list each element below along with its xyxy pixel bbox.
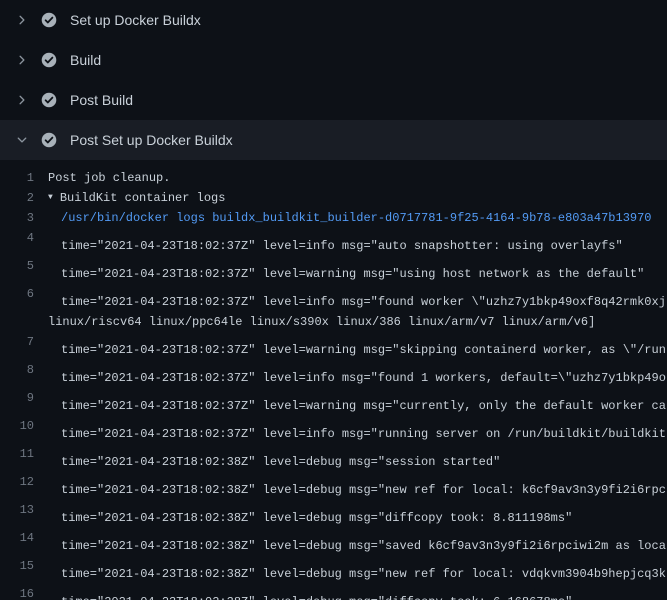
line-text: time="2021-04-23T18:02:38Z" level=debug … xyxy=(48,556,666,584)
line-number[interactable]: 7 xyxy=(0,332,48,360)
log-line[interactable]: 1Post job cleanup. xyxy=(0,168,667,188)
line-text: time="2021-04-23T18:02:37Z" level=info m… xyxy=(48,360,666,388)
line-text: time="2021-04-23T18:02:37Z" level=info m… xyxy=(48,228,623,256)
log-line[interactable]: 12time="2021-04-23T18:02:38Z" level=debu… xyxy=(0,472,667,500)
section-header-post-setup-docker-buildx[interactable]: Post Set up Docker Buildx xyxy=(0,120,667,160)
section-title: Post Build xyxy=(70,92,133,108)
line-text: linux/riscv64 linux/ppc64le linux/s390x … xyxy=(48,312,595,332)
line-text: time="2021-04-23T18:02:37Z" level=info m… xyxy=(48,416,666,444)
line-number[interactable]: 3 xyxy=(0,208,48,228)
line-number[interactable]: 12 xyxy=(0,472,48,500)
line-text: time="2021-04-23T18:02:38Z" level=debug … xyxy=(48,528,666,556)
line-text: time="2021-04-23T18:02:37Z" level=warnin… xyxy=(48,388,666,416)
log-line[interactable]: 3/usr/bin/docker logs buildx_buildkit_bu… xyxy=(0,208,667,228)
chevron-right-icon xyxy=(16,54,28,66)
line-text: time="2021-04-23T18:02:37Z" level=info m… xyxy=(48,284,666,312)
check-circle-icon xyxy=(41,132,57,148)
line-number[interactable]: 4 xyxy=(0,228,48,256)
line-number[interactable]: 10 xyxy=(0,416,48,444)
line-number[interactable]: 5 xyxy=(0,256,48,284)
line-text: time="2021-04-23T18:02:38Z" level=debug … xyxy=(48,472,666,500)
log-line[interactable]: 8time="2021-04-23T18:02:37Z" level=info … xyxy=(0,360,667,388)
line-number[interactable]: 8 xyxy=(0,360,48,388)
section-title: Post Set up Docker Buildx xyxy=(70,132,233,148)
check-circle-icon xyxy=(41,52,57,68)
line-text: time="2021-04-23T18:02:38Z" level=debug … xyxy=(48,584,572,600)
chevron-right-icon xyxy=(16,94,28,106)
log-line[interactable]: 6time="2021-04-23T18:02:37Z" level=info … xyxy=(0,284,667,312)
chevron-down-icon xyxy=(16,134,28,146)
log-lines: 1Post job cleanup.2▼ BuildKit container l… xyxy=(0,160,667,600)
line-number[interactable]: 14 xyxy=(0,528,48,556)
log-line[interactable]: 10time="2021-04-23T18:02:37Z" level=info… xyxy=(0,416,667,444)
section-title: Set up Docker Buildx xyxy=(70,12,201,28)
line-text: time="2021-04-23T18:02:38Z" level=debug … xyxy=(48,500,572,528)
line-number[interactable]: 16 xyxy=(0,584,48,600)
line-text: Post job cleanup. xyxy=(48,168,170,188)
line-number[interactable]: 15 xyxy=(0,556,48,584)
section-header-post-build[interactable]: Post Build xyxy=(0,80,667,120)
section-title: Build xyxy=(70,52,101,68)
line-number[interactable]: 6 xyxy=(0,284,48,312)
log-line[interactable]: 2▼ BuildKit container logs xyxy=(0,188,667,208)
command-line-text: /usr/bin/docker logs buildx_buildkit_bui… xyxy=(48,208,652,228)
line-text: time="2021-04-23T18:02:37Z" level=warnin… xyxy=(48,332,666,360)
log-line[interactable]: 11time="2021-04-23T18:02:38Z" level=debu… xyxy=(0,444,667,472)
log-line[interactable]: 16time="2021-04-23T18:02:38Z" level=debu… xyxy=(0,584,667,600)
line-number[interactable]: 11 xyxy=(0,444,48,472)
check-circle-icon xyxy=(41,12,57,28)
log-line[interactable]: linux/riscv64 linux/ppc64le linux/s390x … xyxy=(0,312,667,332)
line-text: time="2021-04-23T18:02:38Z" level=debug … xyxy=(48,444,500,472)
triangle-down-icon[interactable]: ▼ xyxy=(48,188,53,208)
check-circle-icon xyxy=(41,92,57,108)
log-line[interactable]: 5time="2021-04-23T18:02:37Z" level=warni… xyxy=(0,256,667,284)
chevron-right-icon xyxy=(16,14,28,26)
line-text: BuildKit container logs xyxy=(60,188,226,208)
log-line[interactable]: 4time="2021-04-23T18:02:37Z" level=info … xyxy=(0,228,667,256)
line-number[interactable]: 13 xyxy=(0,500,48,528)
line-number[interactable]: 9 xyxy=(0,388,48,416)
line-text: time="2021-04-23T18:02:37Z" level=warnin… xyxy=(48,256,644,284)
section-header-setup-docker-buildx[interactable]: Set up Docker Buildx xyxy=(0,0,667,40)
log-line[interactable]: 15time="2021-04-23T18:02:38Z" level=debu… xyxy=(0,556,667,584)
actions-log-viewer: Set up Docker Buildx Build Post Build Po… xyxy=(0,0,667,600)
line-number xyxy=(0,312,48,332)
log-line[interactable]: 13time="2021-04-23T18:02:38Z" level=debu… xyxy=(0,500,667,528)
log-line[interactable]: 7time="2021-04-23T18:02:37Z" level=warni… xyxy=(0,332,667,360)
section-header-build[interactable]: Build xyxy=(0,40,667,80)
line-number[interactable]: 1 xyxy=(0,168,48,188)
log-line[interactable]: 9time="2021-04-23T18:02:37Z" level=warni… xyxy=(0,388,667,416)
line-number[interactable]: 2 xyxy=(0,188,48,208)
log-line[interactable]: 14time="2021-04-23T18:02:38Z" level=debu… xyxy=(0,528,667,556)
